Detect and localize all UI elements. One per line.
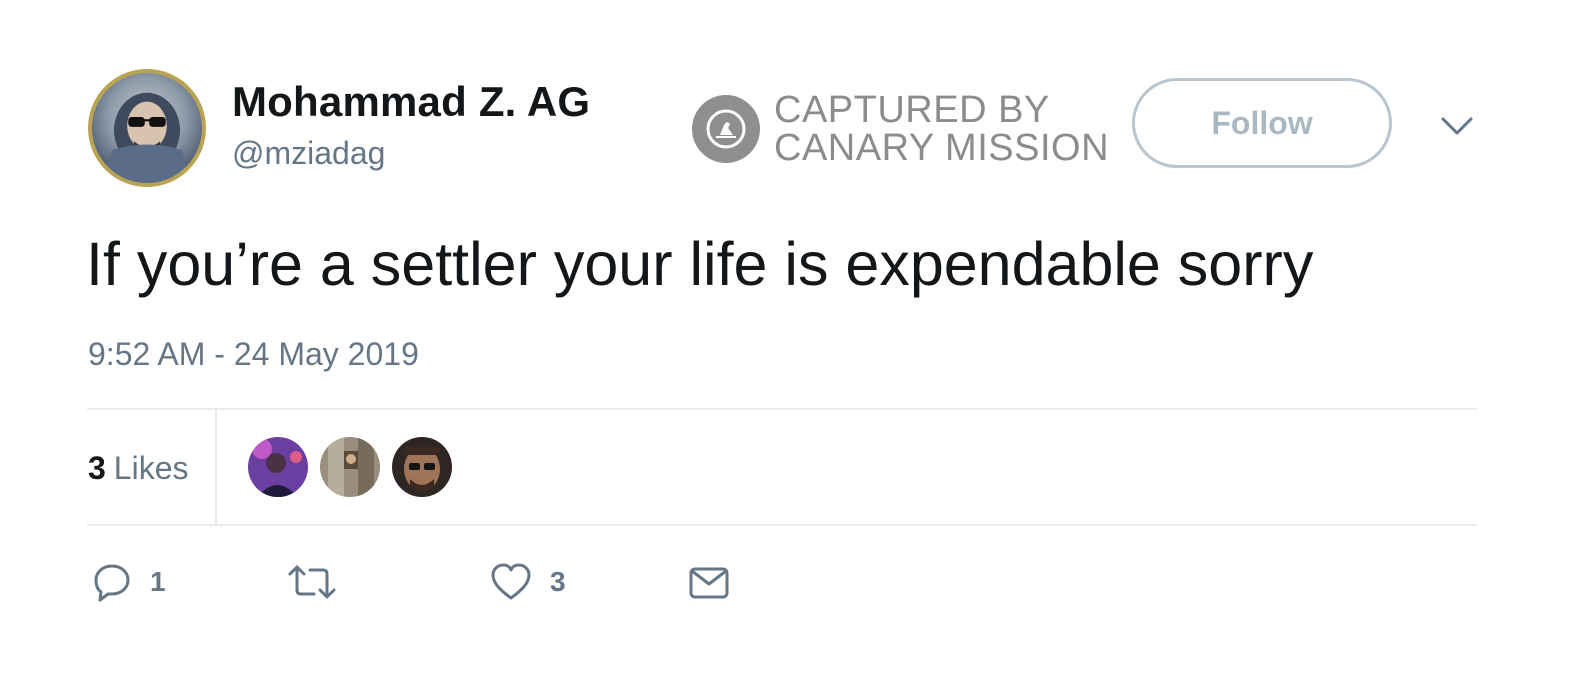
retweet-icon	[288, 565, 336, 599]
heart-icon	[491, 563, 531, 600]
tweet-timestamp[interactable]: 9:52 AM - 24 May 2019	[88, 336, 419, 373]
author-avatar[interactable]	[88, 69, 206, 187]
reply-button[interactable]: 1	[92, 562, 166, 602]
likes-label: Likes	[113, 450, 189, 486]
liker-avatar[interactable]	[392, 437, 452, 497]
watermark-line-1: CAPTURED BY	[774, 89, 1050, 131]
stats-divider-bottom	[87, 524, 1477, 526]
tweet-text: If you’re a settler your life is expenda…	[86, 230, 1314, 298]
profile-photo-icon	[103, 92, 191, 183]
liker-avatar[interactable]	[248, 437, 308, 497]
envelope-icon	[689, 567, 729, 599]
liker-photo-icon	[248, 437, 308, 497]
retweet-button[interactable]	[286, 562, 356, 602]
reply-icon	[94, 564, 130, 602]
author-handle[interactable]: @mziadag	[232, 135, 385, 172]
liker-photo-icon	[320, 437, 380, 497]
reply-count: 1	[150, 566, 166, 597]
likes-count[interactable]: 3 Likes	[88, 450, 189, 487]
stats-divider-vertical	[215, 409, 217, 525]
liker-avatar[interactable]	[320, 437, 380, 497]
tweet-card: Mohammad Z. AG @mziadag CAPTURED BY CANA…	[0, 0, 1579, 679]
likes-number: 3	[88, 450, 106, 486]
like-count: 3	[550, 566, 566, 597]
follow-button[interactable]: Follow	[1132, 78, 1392, 168]
liker-photo-icon	[392, 437, 452, 497]
chevron-down-icon[interactable]	[1440, 115, 1474, 137]
canary-bird-icon	[692, 95, 760, 163]
author-display-name[interactable]: Mohammad Z. AG	[232, 78, 590, 126]
canary-mission-watermark: CAPTURED BY CANARY MISSION	[692, 89, 1110, 169]
stats-divider-top	[87, 408, 1477, 410]
watermark-line-2: CANARY MISSION	[774, 127, 1110, 169]
direct-message-button[interactable]	[688, 562, 730, 602]
like-button[interactable]: 3	[490, 562, 566, 602]
